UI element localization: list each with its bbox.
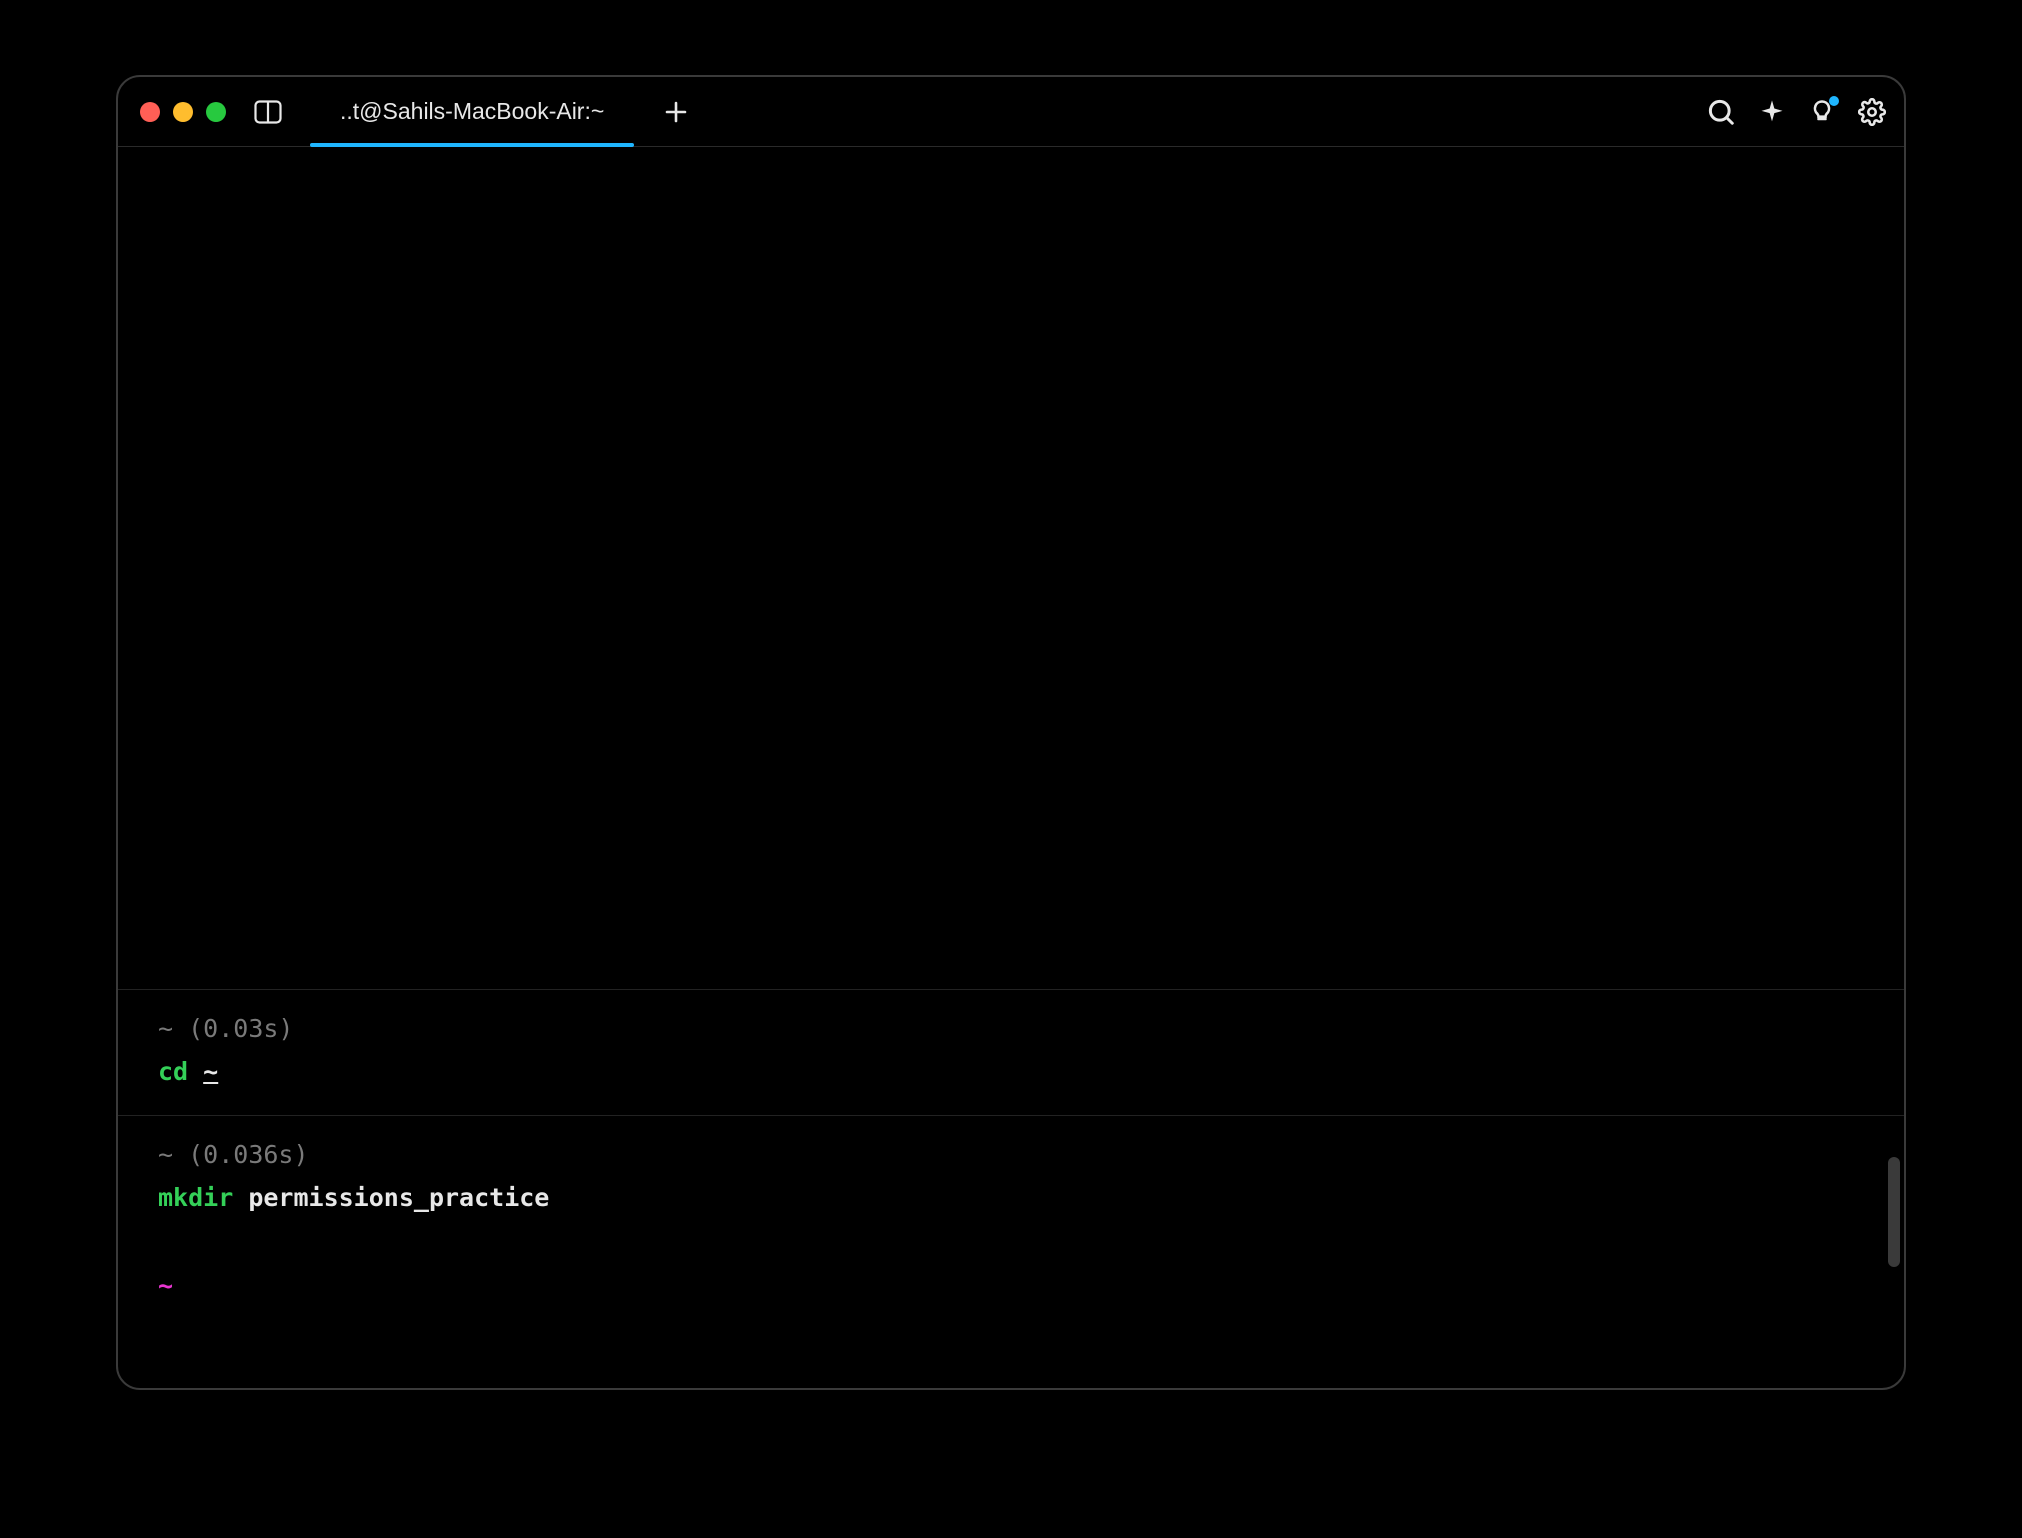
tab-current[interactable]: ..t@Sahils-MacBook-Air:~ — [310, 77, 634, 146]
block-status: ~ (0.036s) — [158, 1136, 1864, 1174]
command-block[interactable]: ~ (0.03s) cd ~ — [118, 989, 1904, 1115]
command-line: cd ~ — [158, 1053, 1864, 1091]
command-name: mkdir — [158, 1183, 233, 1212]
status-time: (0.036s) — [188, 1140, 308, 1169]
status-path: ~ — [158, 1140, 173, 1169]
command-name: cd — [158, 1057, 188, 1086]
prompt-block[interactable]: ~ — [118, 1241, 1904, 1329]
maximize-button[interactable] — [206, 102, 226, 122]
close-button[interactable] — [140, 102, 160, 122]
split-pane-icon[interactable] — [254, 100, 282, 124]
sparkle-icon[interactable] — [1758, 98, 1786, 126]
search-icon[interactable] — [1706, 97, 1736, 127]
window-titlebar: ..t@Sahils-MacBook-Air:~ — [118, 77, 1904, 147]
status-time: (0.03s) — [188, 1014, 293, 1043]
block-status: ~ (0.03s) — [158, 1010, 1864, 1048]
lightbulb-icon[interactable] — [1808, 98, 1836, 126]
gear-icon[interactable] — [1858, 98, 1886, 126]
prompt-path: ~ — [158, 1271, 173, 1300]
command-block[interactable]: ~ (0.036s) mkdir permissions_practice — [118, 1115, 1904, 1241]
tab-title: ..t@Sahils-MacBook-Air:~ — [340, 98, 604, 125]
minimize-button[interactable] — [173, 102, 193, 122]
status-path: ~ — [158, 1014, 173, 1043]
notification-dot — [1829, 96, 1839, 106]
scrollbar-thumb[interactable] — [1888, 1157, 1900, 1267]
command-line: mkdir permissions_practice — [158, 1179, 1864, 1217]
terminal-window: ..t@Sahils-MacBook-Air:~ — [116, 75, 1906, 1390]
terminal-body[interactable]: ~ (0.03s) cd ~ ~ (0.036s) mkdir permissi… — [118, 147, 1904, 1388]
command-args: permissions_practice — [248, 1183, 549, 1212]
command-args: ~ — [203, 1057, 218, 1086]
new-tab-button[interactable] — [664, 100, 688, 124]
toolbar-right — [1706, 97, 1886, 127]
traffic-lights — [140, 102, 226, 122]
